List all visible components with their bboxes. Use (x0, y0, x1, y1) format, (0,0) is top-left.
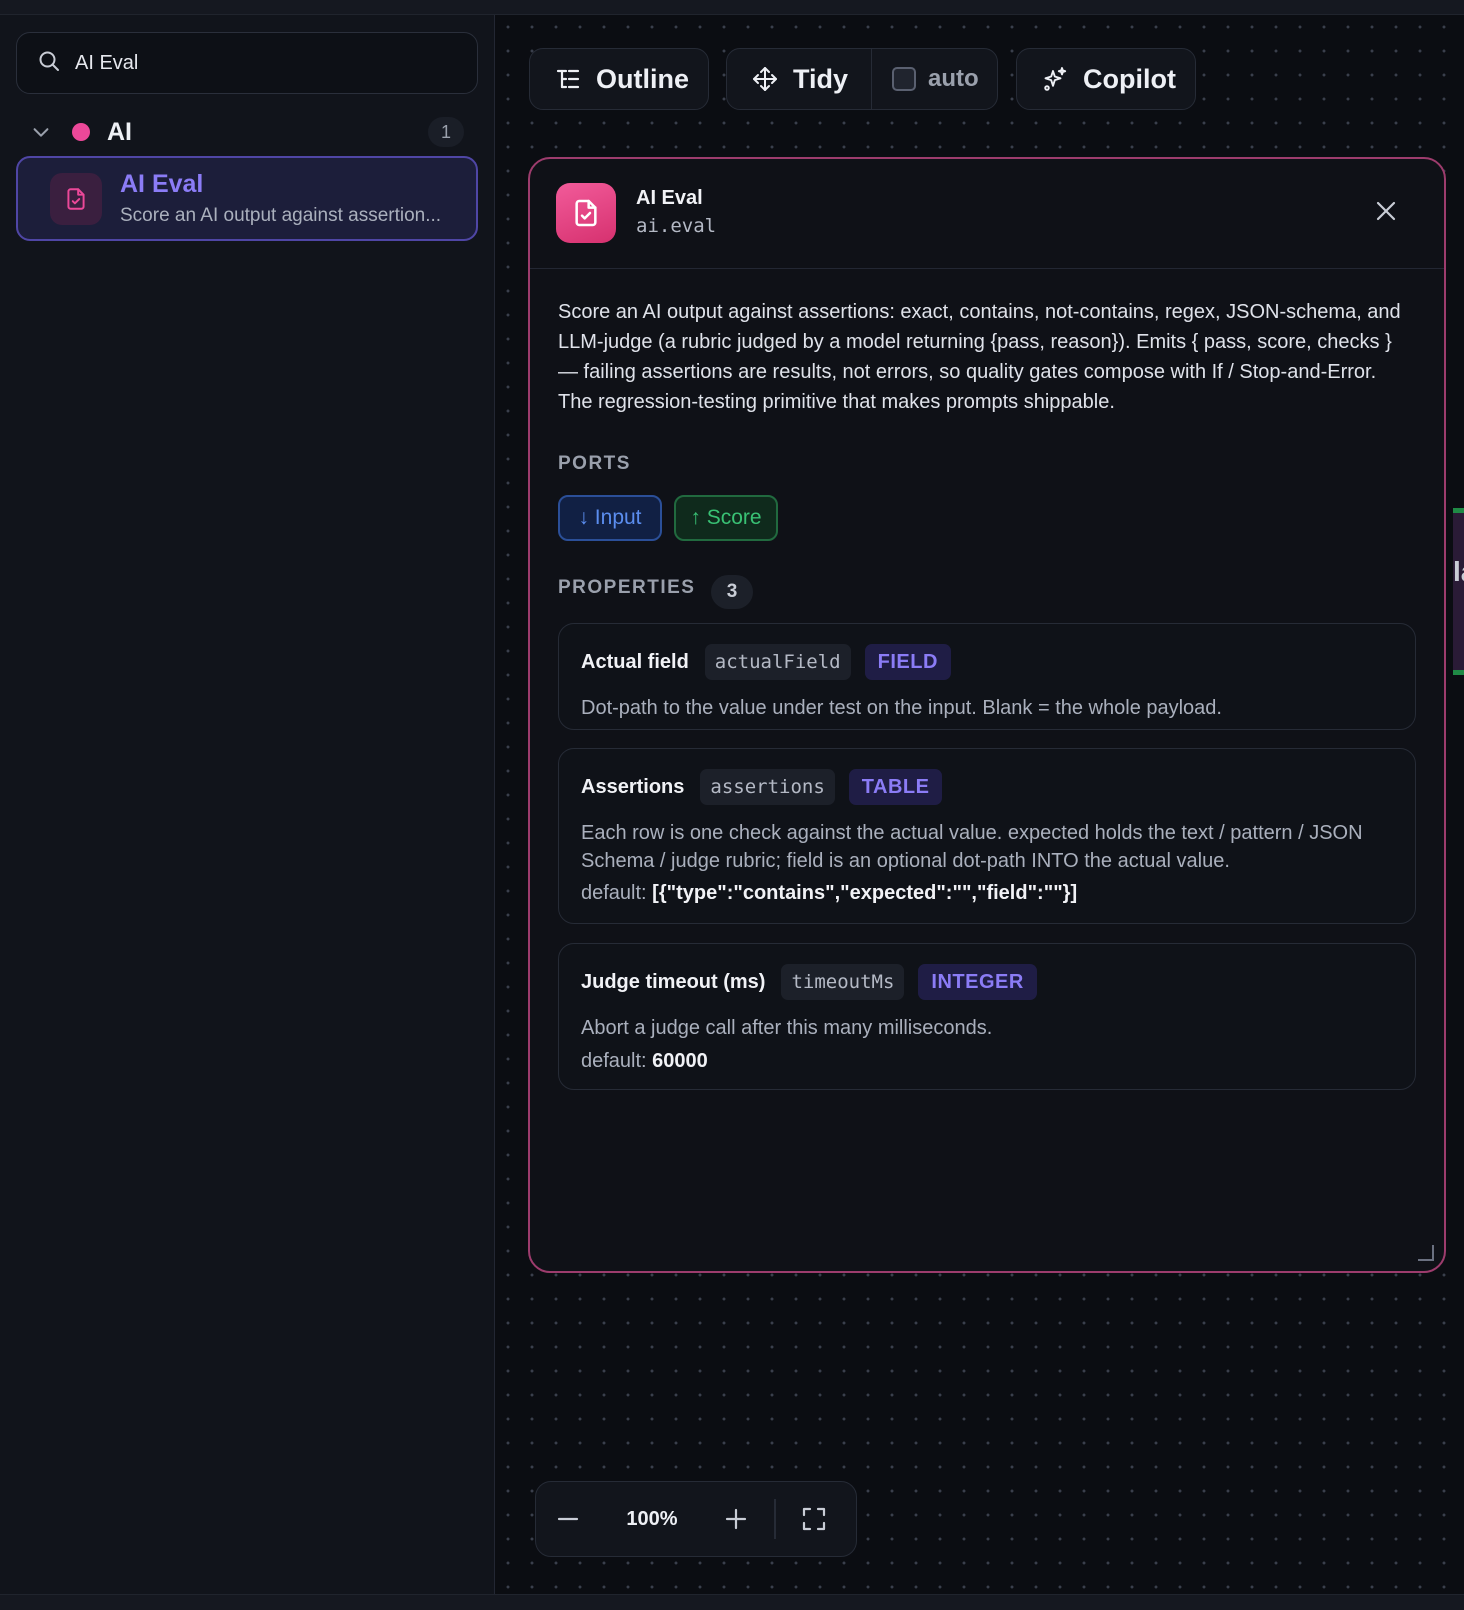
outline-icon (554, 65, 582, 93)
tidy-label: Tidy (793, 63, 849, 94)
file-check-icon (50, 172, 102, 225)
file-check-icon (556, 183, 616, 243)
minus-icon (557, 1517, 579, 1521)
node-details-panel: AI Eval ai.eval Score an AI output again… (528, 157, 1446, 1273)
property-type-badge: FIELD (864, 644, 951, 680)
property-card: Assertions assertions TABLE Each row is … (558, 748, 1416, 924)
property-default: default: 60000 (581, 1050, 708, 1073)
default-label: default: (581, 1050, 647, 1072)
category-color-dot (72, 123, 90, 141)
property-name: Judge timeout (ms) (581, 970, 766, 993)
sparkles-icon (1041, 65, 1069, 93)
category-label: AI (107, 117, 132, 146)
partially-visible-node[interactable] (1453, 508, 1464, 675)
default-label: default: (581, 882, 647, 904)
auto-checkbox[interactable] (892, 67, 916, 91)
chevron-down-icon[interactable] (30, 121, 52, 143)
node-list-item-ai-eval[interactable]: AI Eval Score an AI output against asser… (16, 156, 478, 241)
property-type-badge: INTEGER (918, 964, 1037, 1000)
property-description: Each row is one check against the actual… (581, 822, 1363, 872)
property-key: timeoutMs (781, 964, 905, 1000)
properties-count-badge: 3 (711, 575, 753, 609)
default-value: [{"type":"contains","expected":"","field… (652, 882, 1078, 904)
outline-label: Outline (596, 63, 689, 94)
property-description: Abort a judge call after this many milli… (581, 1017, 993, 1039)
tidy-group: Tidy auto (726, 48, 998, 110)
close-icon (1376, 201, 1396, 221)
panel-header: AI Eval ai.eval (530, 159, 1444, 269)
search-input[interactable]: AI Eval (16, 32, 478, 94)
category-group-ai[interactable]: AI 1 (30, 115, 464, 149)
property-key: assertions (700, 769, 835, 805)
category-count-badge: 1 (428, 117, 464, 147)
node-item-title: AI Eval (120, 170, 204, 198)
panel-description: Score an AI output against assertions: e… (558, 301, 1401, 413)
zoom-controls: 100% (535, 1481, 857, 1557)
copilot-button[interactable]: Copilot (1016, 48, 1196, 110)
property-card: Judge timeout (ms) timeoutMs INTEGER Abo… (558, 943, 1416, 1090)
fullscreen-icon (802, 1507, 825, 1531)
auto-toggle[interactable]: auto (872, 65, 979, 93)
property-key: actualField (704, 644, 851, 680)
copilot-label: Copilot (1083, 63, 1176, 94)
plus-icon (725, 1508, 747, 1530)
property-type-badge: TABLE (848, 769, 943, 805)
window-bottom-strip (0, 1594, 1464, 1610)
properties-heading: PROPERTIES (558, 577, 696, 598)
tidy-button[interactable]: Tidy (727, 49, 872, 109)
panel-node-id: ai.eval (636, 215, 717, 237)
property-description: Dot-path to the value under test on the … (581, 697, 1222, 719)
close-button[interactable] (1372, 197, 1400, 225)
partially-visible-node-label: la (1453, 556, 1464, 587)
panel-title: AI Eval (636, 187, 703, 209)
property-name: Actual field (581, 650, 689, 673)
node-item-subtitle: Score an AI output against assertion... (120, 205, 442, 226)
property-name: Assertions (581, 775, 685, 798)
zoom-level: 100% (626, 1507, 678, 1530)
search-value[interactable]: AI Eval (75, 52, 138, 75)
auto-label: auto (928, 65, 979, 92)
fit-view-button[interactable] (782, 1481, 846, 1557)
search-icon (37, 49, 61, 78)
property-card: Actual field actualField FIELD Dot-path … (558, 623, 1416, 730)
zoom-in-button[interactable] (704, 1481, 768, 1557)
input-port-chip[interactable]: ↓ Input (558, 495, 662, 541)
outline-button[interactable]: Outline (529, 48, 709, 110)
window-top-strip (0, 0, 1464, 15)
zoom-divider (774, 1499, 776, 1539)
move-arrows-icon (751, 65, 779, 93)
default-value: 60000 (652, 1050, 708, 1072)
node-library-sidebar: AI Eval AI 1 AI Eval Score an AI output … (0, 15, 495, 1594)
ports-heading: PORTS (558, 453, 631, 474)
score-port-chip[interactable]: ↑ Score (674, 495, 778, 541)
zoom-out-button[interactable] (536, 1481, 600, 1557)
resize-handle[interactable] (1418, 1245, 1434, 1261)
property-default: default: [{"type":"contains","expected":… (581, 882, 1077, 905)
